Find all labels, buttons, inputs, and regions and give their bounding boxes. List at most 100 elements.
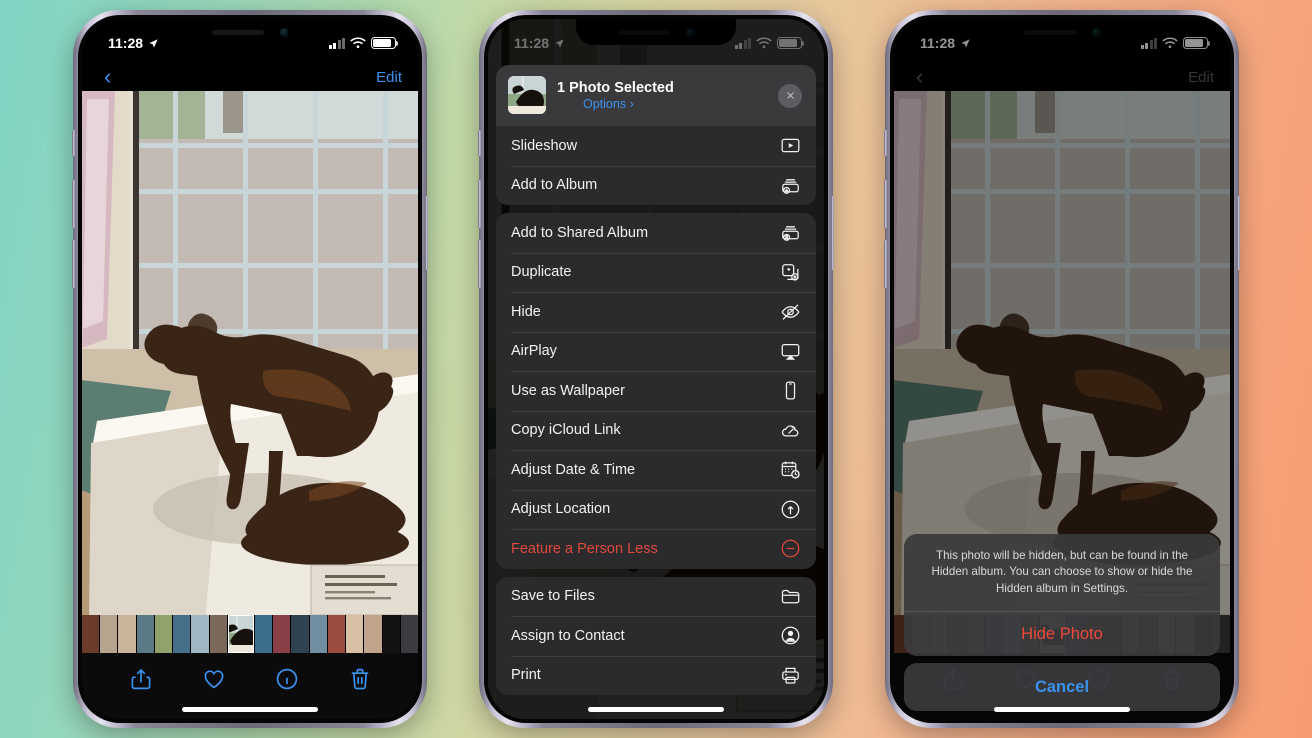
selected-photo-thumbnail[interactable] (508, 76, 546, 114)
home-indicator[interactable] (588, 707, 724, 712)
row-add-to-album[interactable]: Add to Album (496, 165, 816, 206)
filmstrip-thumb[interactable] (136, 615, 154, 653)
filmstrip-thumb[interactable] (346, 615, 364, 653)
row-print[interactable]: Print (496, 655, 816, 696)
filmstrip-thumb[interactable] (82, 615, 100, 653)
photo-viewer[interactable] (82, 91, 418, 621)
printer-icon (780, 665, 801, 686)
location-circle-icon (780, 499, 801, 520)
filmstrip-thumb[interactable] (209, 615, 227, 653)
battery-icon (371, 37, 399, 49)
mute-switch[interactable] (72, 130, 75, 156)
eye-slash-icon (780, 301, 801, 322)
share-sheet: 1 Photo Selected Options › Slideshow Add… (496, 65, 816, 719)
phone-3-bezel: 11:28 ‹ Edit This photo will be hidden, … (890, 15, 1234, 723)
filmstrip-thumb[interactable] (400, 615, 418, 653)
row-airplay[interactable]: AirPlay (496, 331, 816, 372)
phone-1-nav-bar: ‹ Edit (82, 57, 418, 97)
row-label: Hide (511, 303, 541, 320)
filmstrip-thumb-selected[interactable] (228, 615, 254, 653)
mute-switch[interactable] (884, 130, 887, 156)
edit-button[interactable]: Edit (376, 69, 402, 86)
selection-title: 1 Photo Selected (557, 79, 674, 96)
row-label: Print (511, 667, 541, 684)
filmstrip-thumb[interactable] (291, 615, 309, 653)
share-sheet-group-3: Save to Files Assign to Contact Print (496, 576, 816, 696)
thumbnail-filmstrip[interactable] (82, 615, 418, 653)
row-label: Use as Wallpaper (511, 382, 625, 399)
row-feature-a-person-less[interactable]: Feature a Person Less (496, 529, 816, 569)
folder-icon (780, 586, 801, 607)
row-label: AirPlay (511, 343, 557, 360)
status-bar-time: 11:28 (108, 35, 144, 51)
power-button[interactable] (831, 196, 834, 270)
wifi-icon (350, 37, 366, 49)
info-circle-icon[interactable] (275, 666, 299, 692)
earpiece-speaker (211, 29, 264, 35)
options-label: Options (583, 96, 627, 111)
row-duplicate[interactable]: Duplicate (496, 252, 816, 293)
row-slideshow[interactable]: Slideshow (496, 126, 816, 166)
volume-down-button[interactable] (884, 240, 887, 288)
volume-down-button[interactable] (72, 240, 75, 288)
row-assign-to-contact[interactable]: Assign to Contact (496, 616, 816, 656)
row-label: Duplicate (511, 264, 572, 281)
hide-photo-action-sheet: This photo will be hidden, but can be fo… (904, 533, 1220, 711)
mute-switch[interactable] (478, 130, 481, 156)
phone-3-screen: 11:28 ‹ Edit This photo will be hidden, … (894, 19, 1230, 719)
filmstrip-thumb[interactable] (154, 615, 173, 653)
alert-box: This photo will be hidden, but can be fo… (904, 533, 1220, 656)
cancel-button[interactable]: Cancel (904, 663, 1220, 711)
share-icon[interactable] (129, 666, 153, 692)
phone-2-bezel: 11:28 (484, 15, 828, 723)
selected-thumb-image (228, 615, 254, 653)
slideshow-icon (780, 135, 801, 156)
home-indicator[interactable] (994, 707, 1130, 712)
row-label: Save to Files (511, 588, 595, 605)
filmstrip-thumb[interactable] (273, 615, 291, 653)
options-link[interactable]: Options › (583, 97, 674, 111)
person-circle-icon (780, 625, 801, 646)
close-button[interactable] (778, 83, 802, 108)
alert-message: This photo will be hidden, but can be fo… (931, 548, 1193, 596)
filmstrip-thumb[interactable] (191, 615, 209, 653)
home-indicator[interactable] (182, 707, 318, 712)
phone-2-share-sheet: 11:28 (478, 10, 834, 728)
heart-icon[interactable] (202, 666, 226, 692)
photo-image (82, 91, 418, 621)
filmstrip-thumb[interactable] (364, 615, 382, 653)
shared-album-icon (780, 222, 801, 243)
row-add-to-shared-album[interactable]: Add to Shared Album (496, 213, 816, 253)
filmstrip-thumb[interactable] (100, 615, 118, 653)
cellular-signal-icon (328, 37, 345, 49)
row-hide[interactable]: Hide (496, 292, 816, 332)
row-label: Adjust Date & Time (511, 461, 636, 478)
row-adjust-location[interactable]: Adjust Location (496, 489, 816, 530)
volume-down-button[interactable] (478, 240, 481, 288)
filmstrip-thumb[interactable] (327, 615, 346, 653)
filmstrip-thumb[interactable] (254, 615, 273, 653)
phone-2-screen: 11:28 (488, 19, 824, 719)
volume-up-button[interactable] (72, 180, 75, 228)
power-button[interactable] (425, 196, 428, 270)
back-chevron-left-icon[interactable]: ‹ (98, 64, 117, 90)
row-label: Adjust Location (511, 501, 611, 518)
power-button[interactable] (1237, 196, 1240, 270)
row-adjust-date-time[interactable]: Adjust Date & Time (496, 450, 816, 490)
chevron-right-icon: › (629, 96, 634, 111)
hide-photo-button[interactable]: Hide Photo (904, 612, 1220, 656)
filmstrip-thumb[interactable] (309, 615, 327, 653)
trash-icon[interactable] (348, 666, 372, 692)
add-to-album-icon (780, 175, 801, 196)
volume-up-button[interactable] (478, 180, 481, 228)
filmstrip-thumb[interactable] (173, 615, 191, 653)
row-save-to-files[interactable]: Save to Files (496, 577, 816, 617)
share-sheet-group-2: Add to Shared Album Duplicate Hide AirPl… (496, 213, 816, 569)
filmstrip-thumb[interactable] (382, 615, 400, 653)
filmstrip-thumb[interactable] (118, 615, 136, 653)
volume-up-button[interactable] (884, 180, 887, 228)
row-use-as-wallpaper[interactable]: Use as Wallpaper (496, 371, 816, 411)
phone-1-bezel: 11:28 ‹ Edit (78, 15, 422, 723)
row-copy-icloud-link[interactable]: Copy iCloud Link (496, 410, 816, 451)
front-camera-icon (279, 27, 289, 37)
